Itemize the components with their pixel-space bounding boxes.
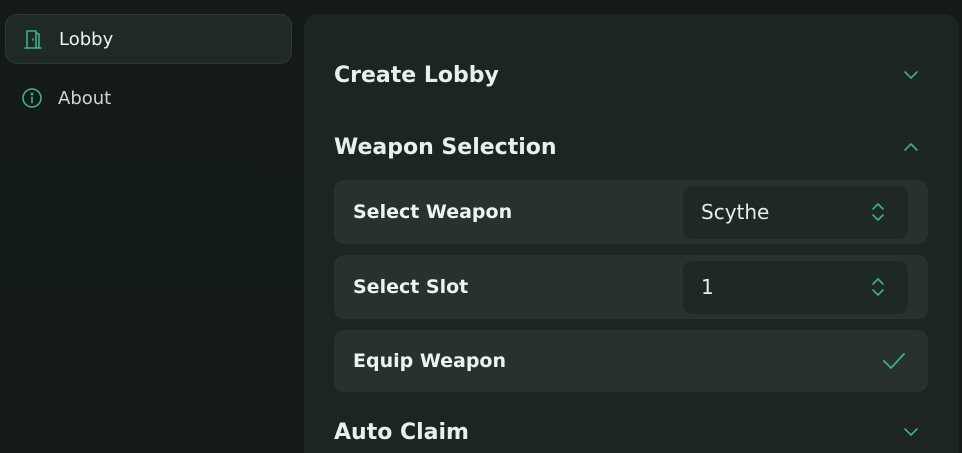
select-slot-value: 1 (701, 275, 714, 299)
main-panel: Create Lobby Weapon Selection Select Wea… (304, 14, 959, 453)
select-slot-row: Select Slot 1 (334, 255, 928, 319)
sidebar-item-label: Lobby (59, 28, 114, 50)
equip-weapon-label: Equip Weapon (353, 350, 507, 372)
section-weapon-selection[interactable]: Weapon Selection (334, 129, 927, 165)
door-icon (22, 28, 44, 50)
section-auto-claim[interactable]: Auto Claim (334, 414, 927, 450)
select-slot-dropdown[interactable]: 1 (683, 260, 908, 314)
select-weapon-dropdown[interactable]: Scythe (683, 185, 908, 239)
select-weapon-row: Select Weapon Scythe (334, 180, 928, 244)
chevron-up-icon (901, 137, 921, 157)
section-title: Weapon Selection (334, 134, 557, 160)
sidebar: Lobby About (0, 0, 302, 453)
sidebar-item-about[interactable]: About (5, 73, 292, 123)
sidebar-item-label: About (58, 87, 112, 109)
chevron-up-down-icon (870, 275, 886, 299)
chevron-down-icon (901, 65, 921, 85)
select-weapon-label: Select Weapon (353, 201, 513, 223)
section-create-lobby[interactable]: Create Lobby (334, 57, 927, 93)
section-title: Auto Claim (334, 419, 469, 445)
section-title: Create Lobby (334, 62, 499, 88)
app-window: Lobby About Create Lobby Weapon Selectio… (0, 0, 962, 453)
select-slot-label: Select Slot (353, 276, 469, 298)
checkmark-icon[interactable] (881, 350, 907, 372)
equip-weapon-row[interactable]: Equip Weapon (334, 330, 928, 392)
sidebar-item-lobby[interactable]: Lobby (5, 14, 292, 64)
chevron-down-icon (901, 422, 921, 442)
select-weapon-value: Scythe (701, 200, 770, 224)
info-icon (21, 87, 43, 109)
chevron-up-down-icon (870, 200, 886, 224)
